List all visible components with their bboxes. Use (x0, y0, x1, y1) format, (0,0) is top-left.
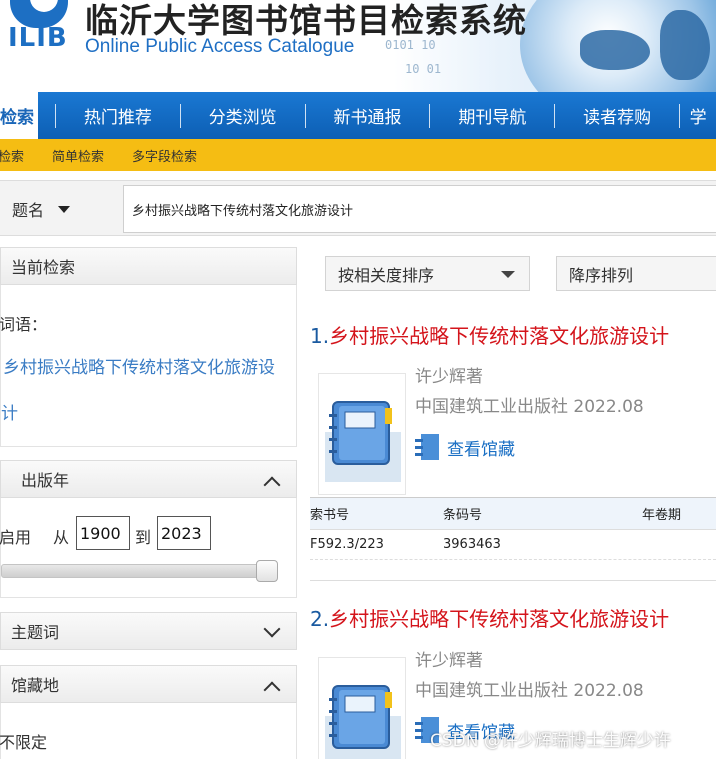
col-barcode: 条码号 (443, 508, 483, 523)
search-field-label: 题名 (12, 201, 45, 220)
facet-heading: 主题词 (11, 623, 60, 642)
facet-heading: 出版年 (21, 471, 70, 490)
term-label: 词语： (0, 315, 48, 334)
holdings-table: 索书号 条码号 年卷期 F592.3/223 3963463 (310, 497, 716, 560)
sort-direction-label: 降序排列 (569, 265, 634, 285)
book-cover[interactable] (318, 657, 406, 759)
result-title-link[interactable]: 1.乡村振兴战略下传统村落文化旅游设计 (310, 320, 669, 349)
facet-subject-header[interactable]: 主题词 (0, 612, 297, 650)
subnav-multi-field-search[interactable]: 多字段检索 (132, 146, 197, 165)
site-header: 0101 10 10 01 ILIB 临沂大学图书馆书目检索系统 Online … (0, 0, 716, 92)
binary-decoration: 10 01 (405, 62, 442, 76)
facet-year-header[interactable]: 出版年 (0, 460, 297, 498)
result-title-link[interactable]: 2.乡村振兴战略下传统村落文化旅游设计 (310, 603, 669, 632)
nav-tab-new-books[interactable]: 新书通报 (306, 92, 430, 139)
current-term-link-cont[interactable]: 计 (1, 399, 18, 424)
col-volume: 年卷期 (642, 508, 682, 523)
result-author: 许少辉著 (415, 651, 483, 671)
result-author: 许少辉著 (415, 367, 483, 387)
year-from-input[interactable]: 1900 (76, 516, 130, 550)
facet-heading: 馆藏地 (11, 676, 60, 695)
year-to-input[interactable]: 2023 (157, 516, 211, 550)
search-bar: 题名 乡村振兴战略下传统村落文化旅游设计 (0, 180, 716, 236)
globe-graphic (520, 0, 716, 92)
nav-tab-search[interactable]: 检索 (0, 92, 38, 139)
year-to-label: 到 (135, 528, 152, 547)
call-number: F592.3/223 (310, 537, 384, 552)
view-holdings-link[interactable]: 查看馆藏 (415, 434, 515, 460)
logo-text: ILIB (8, 23, 68, 53)
sort-direction-select[interactable]: 降序排列 (556, 256, 716, 291)
nav-tab-hot[interactable]: 热门推荐 (56, 92, 180, 139)
chevron-up-icon[interactable] (263, 476, 281, 494)
facet-location-body: 不限定 (0, 703, 297, 759)
watermark: CSDN @许少辉瑞博士生辉少许 (430, 731, 671, 751)
result-publisher: 中国建筑工业出版社 2022.08 (415, 397, 644, 417)
facet-location-header[interactable]: 馆藏地 (0, 665, 297, 703)
result-title: 乡村振兴战略下传统村落文化旅游设计 (329, 607, 670, 631)
year-enable-label[interactable]: 启用 (0, 524, 31, 548)
current-term-link[interactable]: 乡村振兴战略下传统村落文化旅游设 (3, 353, 275, 378)
sort-order-label: 按相关度排序 (338, 265, 435, 285)
subnav-simple-search[interactable]: 简单检索 (52, 146, 104, 165)
sub-nav: 检索 简单检索 多字段检索 (0, 139, 716, 171)
location-option[interactable]: 不限定 (0, 729, 47, 753)
facet-current-search-header: 当前检索 (0, 247, 297, 285)
sort-order-select[interactable]: 按相关度排序 (325, 256, 530, 291)
holdings-icon (415, 434, 441, 460)
year-slider-track[interactable] (1, 564, 271, 578)
facet-heading: 当前检索 (11, 258, 76, 277)
caret-down-icon (501, 271, 515, 278)
year-slider-handle[interactable] (256, 560, 278, 582)
site-subtitle: Online Public Access Catalogue (85, 36, 355, 57)
view-holdings-label: 查看馆藏 (447, 439, 515, 460)
year-from-label: 从 (53, 528, 70, 547)
result-title: 乡村振兴战略下传统村落文化旅游设计 (329, 324, 670, 348)
caret-down-icon (58, 205, 71, 213)
chevron-down-icon[interactable] (263, 620, 281, 638)
nav-tab-recommend[interactable]: 读者荐购 (555, 92, 679, 139)
facet-current-search-body: 词语： 乡村振兴战略下传统村落文化旅游设 计 (0, 285, 297, 447)
main-nav: 检索 热门推荐 分类浏览 新书通报 期刊导航 读者荐购 学 (0, 92, 716, 139)
holdings-table-header: 索书号 条码号 年卷期 (310, 498, 716, 530)
search-field-select[interactable]: 题名 (0, 187, 122, 231)
result-publisher: 中国建筑工业出版社 2022.08 (415, 681, 644, 701)
barcode: 3963463 (443, 537, 501, 552)
book-cover[interactable] (318, 373, 406, 495)
nav-tab-browse[interactable]: 分类浏览 (181, 92, 305, 139)
search-input[interactable]: 乡村振兴战略下传统村落文化旅游设计 (123, 185, 716, 233)
subnav-search[interactable]: 检索 (0, 146, 24, 165)
result-number: 1. (310, 324, 330, 348)
result-divider (310, 580, 716, 581)
nav-tab-journals[interactable]: 期刊导航 (430, 92, 554, 139)
facet-year-body: 启用 从 1900 到 2023 (0, 498, 297, 598)
chevron-up-icon[interactable] (263, 681, 281, 699)
result-number: 2. (310, 607, 330, 631)
col-call-number: 索书号 (310, 508, 350, 523)
nav-tab-more[interactable]: 学 (680, 92, 716, 139)
table-row: F592.3/223 3963463 (310, 530, 716, 560)
